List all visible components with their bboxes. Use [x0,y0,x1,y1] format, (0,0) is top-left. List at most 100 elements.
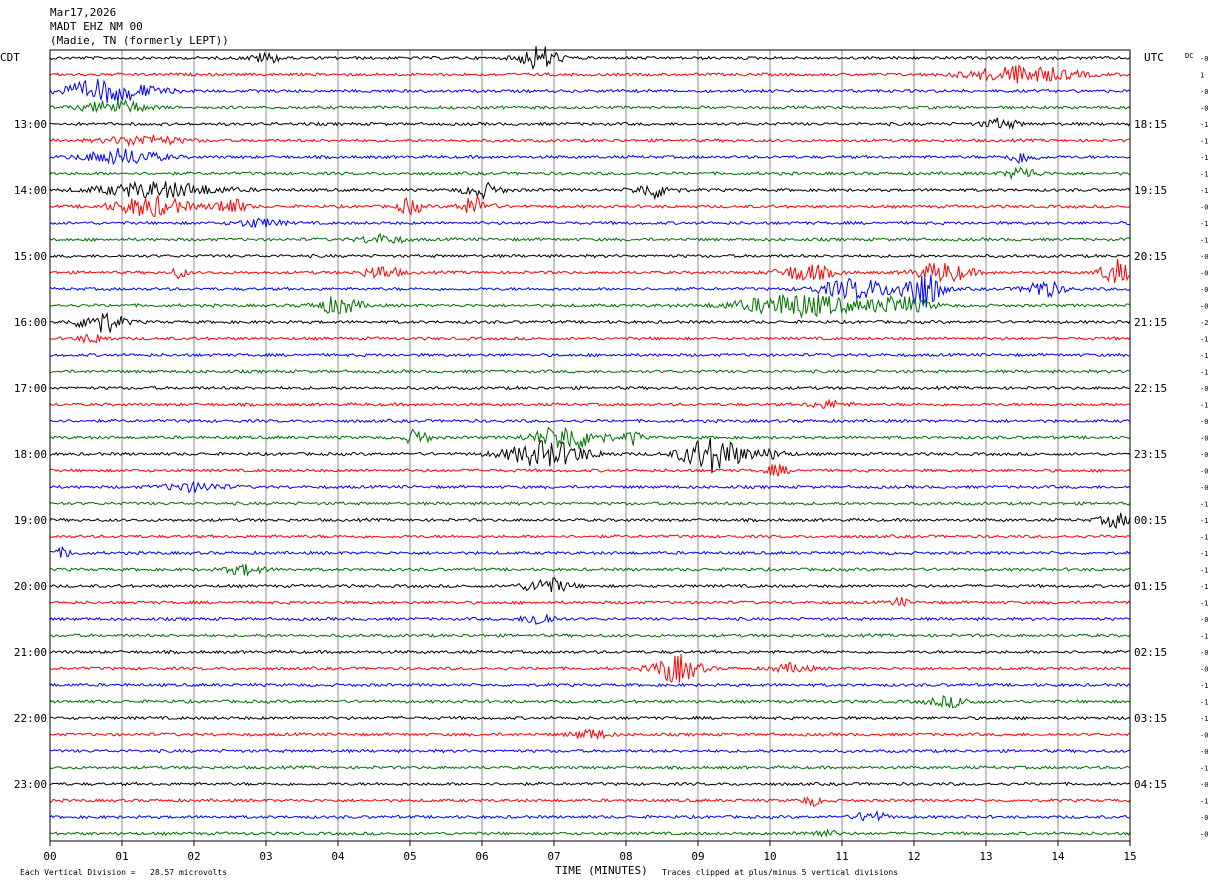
trace-line [49,809,1131,822]
dc-offset-label: -0 [1200,435,1208,443]
dc-offset-label: -0 [1200,616,1208,624]
trace-line [49,828,1131,838]
dc-offset-label: -0 [1200,55,1208,63]
trace-line [49,311,1131,333]
dc-offset-label: -1 [1200,682,1208,690]
trace-line [49,614,1131,626]
trace-line [49,596,1131,608]
trace-line [49,217,1131,228]
trace-line [49,500,1131,507]
trace-line [49,426,1131,450]
x-tick-label: 08 [619,850,632,863]
x-tick-label: 05 [403,850,416,863]
trace-line [49,258,1131,284]
trace-line [49,117,1131,131]
right-hour-label: 18:15 [1134,118,1167,131]
trace-line [49,368,1131,375]
dc-offset-label: -0 [1200,204,1208,212]
trace-line [49,233,1131,244]
x-tick-label: 06 [475,850,488,863]
trace-line [49,728,1131,741]
right-hour-label: 23:15 [1134,448,1167,461]
dc-offset-label: -0 [1200,105,1208,113]
left-timezone-label: CDT [0,51,20,64]
dc-offset-label: -1 [1200,369,1208,377]
right-hour-label: 00:15 [1134,514,1167,527]
trace-line [49,147,1131,166]
trace-line [49,577,1131,593]
dc-offset-label: -1 [1200,402,1208,410]
trace-line [49,385,1131,391]
left-hour-label: 18:00 [14,448,47,461]
dc-offset-label: -0 [1200,303,1208,311]
dc-offset-label: -0 [1200,748,1208,756]
dc-offset-label: -1 [1200,699,1208,707]
dc-offset-label: -1 [1200,138,1208,146]
trace-line [49,695,1131,709]
dc-offset-label: -1 [1200,121,1208,129]
trace-line [49,480,1131,494]
left-hour-label: 19:00 [14,514,47,527]
trace-line [49,715,1131,721]
trace-line [49,64,1131,84]
dc-offset-label: -1 [1200,550,1208,558]
left-hour-label: 15:00 [14,250,47,263]
dc-offset-label: -0 [1200,451,1208,459]
dc-offset-label: -0 [1200,418,1208,426]
seismic-traces [49,46,1131,838]
left-hour-label: 13:00 [14,118,47,131]
dc-offset-label: -0 [1200,88,1208,96]
dc-offset-label: -0 [1200,831,1208,839]
left-hour-label: 20:00 [14,580,47,593]
dc-offset-label: -0 [1200,781,1208,789]
dc-offset-label: -1 [1200,501,1208,509]
dc-offset-label: -0 [1200,253,1208,261]
dc-offset-label: -1 [1200,220,1208,228]
x-tick-label: 10 [763,850,776,863]
x-axis-title: TIME (MINUTES) [555,864,648,877]
x-tick-label: 01 [115,850,128,863]
left-hour-label: 17:00 [14,382,47,395]
trace-line [49,464,1131,477]
x-tick-label: 04 [331,850,345,863]
right-hour-label: 02:15 [1134,646,1167,659]
trace-line [49,748,1131,754]
trace-line [49,274,1131,308]
x-tick-label: 11 [835,850,848,863]
dc-offset-label: -1 [1200,567,1208,575]
x-tick-label: 15 [1123,850,1136,863]
dc-offset-label: -0 [1200,270,1208,278]
dc-offset-label: -1 [1200,583,1208,591]
trace-line [49,418,1131,424]
dc-offset-label: 1 [1200,72,1204,80]
x-tick-label: 02 [187,850,200,863]
dc-offset-label: -1 [1200,600,1208,608]
trace-line [49,134,1131,148]
trace-line [49,654,1131,683]
x-tick-label: 09 [691,850,704,863]
right-hour-label: 01:15 [1134,580,1167,593]
x-tick-label: 00 [43,850,56,863]
trace-line [49,180,1131,201]
right-hour-label: 03:15 [1134,712,1167,725]
dc-offset-label: -0 [1200,732,1208,740]
right-hour-label: 19:15 [1134,184,1167,197]
trace-line [50,796,1131,807]
right-hour-label: 22:15 [1134,382,1167,395]
dc-offset-label: -1 [1200,336,1208,344]
trace-line [49,545,1131,558]
trace-line [49,512,1131,529]
dc-offset-label: -1 [1200,798,1208,806]
dc-offset-label: -1 [1200,765,1208,773]
dc-offset-label: -1 [1200,517,1208,525]
dc-offset-label: -0 [1200,385,1208,393]
x-tick-label: 14 [1051,850,1065,863]
right-hour-label: 20:15 [1134,250,1167,263]
left-hour-label: 14:00 [14,184,47,197]
trace-line [49,352,1131,358]
dc-offset-label: -1 [1200,171,1208,179]
left-hour-label: 21:00 [14,646,47,659]
plot-frame [49,49,1131,842]
scale-note: Each Vertical Division = 28.57 microvolt… [20,868,227,877]
left-hour-label: 16:00 [14,316,47,329]
